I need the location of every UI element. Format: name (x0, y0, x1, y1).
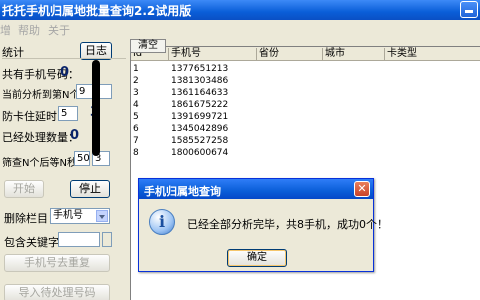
table-row[interactable]: 1 1377651213 (131, 64, 480, 75)
table-row[interactable]: 7 1585527258 (131, 136, 480, 147)
title-bar: 托托手机归属地批量查询2.2试用版 (0, 0, 480, 20)
column-header-phone[interactable]: 手机号 (169, 48, 257, 60)
row-id: 7 (133, 136, 139, 146)
row-phone: 1861675222 (171, 100, 229, 110)
row-phone: 1345042896 (171, 124, 229, 134)
keyword-input[interactable] (58, 232, 100, 247)
table-row[interactable]: 5 1391699721 (131, 112, 480, 123)
menu-item-about[interactable]: 关于 (48, 22, 70, 38)
dialog-title-bar: 手机归属地查询 ✕ (139, 179, 373, 199)
window-title: 托托手机归属地批量查询2.2试用版 (2, 4, 192, 18)
row-id: 1 (133, 64, 139, 74)
row-phone: 1361164633 (171, 88, 229, 98)
delete-column-select[interactable]: 手机号 (50, 208, 110, 224)
table-row[interactable]: 4 1861675222 (131, 100, 480, 111)
delete-column-value: 手机号 (53, 210, 83, 221)
row-id: 2 (133, 76, 139, 86)
group-divider (2, 58, 126, 59)
column-header-card-type[interactable]: 卡类型 (385, 48, 480, 60)
row-phone: 1800600674 (171, 148, 229, 158)
column-header-city[interactable]: 城市 (323, 48, 385, 60)
row-id: 4 (133, 100, 139, 110)
row-id: 3 (133, 88, 139, 98)
start-button[interactable]: 开始 (4, 180, 44, 198)
left-panel: 统计 日志 共有手机号码： 0 当前分析到第N个： 9 防卡住延时： 5 3 已… (0, 38, 128, 300)
table-row[interactable]: 8 1800600674 (131, 148, 480, 159)
row-id: 8 (133, 148, 139, 158)
dialog-title: 手机归属地查询 (144, 185, 221, 198)
row-phone: 1391699721 (171, 112, 229, 122)
ok-button[interactable]: 确定 (227, 249, 287, 267)
stop-button[interactable]: 停止 (70, 180, 110, 198)
table-row[interactable]: 3 1361164633 (131, 88, 480, 99)
row-phone: 1585527258 (171, 136, 229, 146)
chevron-down-icon[interactable] (96, 210, 108, 222)
row-phone: 1381303486 (171, 76, 229, 86)
dedupe-button[interactable]: 手机号去重复 (4, 254, 110, 272)
wait-label: 筛查N个后等N秒 (2, 158, 77, 169)
total-value: 0 (60, 65, 70, 80)
table-row[interactable]: 6 1345042896 (131, 124, 480, 135)
keyword-browse-button[interactable] (102, 232, 112, 247)
import-button[interactable]: 导入待处理号码 (4, 284, 110, 300)
redaction-mark (92, 60, 100, 156)
info-icon: i (149, 209, 175, 235)
dialog-message: 已经全部分析完毕，共8手机，成功0个！ (187, 218, 388, 231)
processed-value: 0 (70, 128, 80, 143)
wait-count-input[interactable]: 50 (74, 151, 90, 166)
grid-header: id 手机号 省份 城市 卡类型 (131, 47, 480, 61)
row-phone: 1377651213 (171, 64, 229, 74)
table-row[interactable]: 2 1381303486 (131, 76, 480, 87)
column-header-province[interactable]: 省份 (257, 48, 323, 60)
row-id: 6 (133, 124, 139, 134)
timeout-input[interactable]: 5 (58, 106, 78, 121)
menu-item-help[interactable]: 帮助 (18, 22, 40, 38)
clear-button[interactable]: 清空 (130, 39, 166, 53)
row-id: 5 (133, 112, 139, 122)
menu-item-0[interactable]: 增 (0, 22, 11, 38)
close-icon[interactable]: ✕ (354, 181, 370, 197)
menu-bar: 增 帮助 关于 (0, 20, 480, 38)
processed-label: 已经处理数量： (2, 131, 79, 144)
message-dialog: 手机归属地查询 ✕ i 已经全部分析完毕，共8手机，成功0个！ 确定 (138, 178, 388, 272)
minimize-button[interactable] (460, 1, 478, 18)
